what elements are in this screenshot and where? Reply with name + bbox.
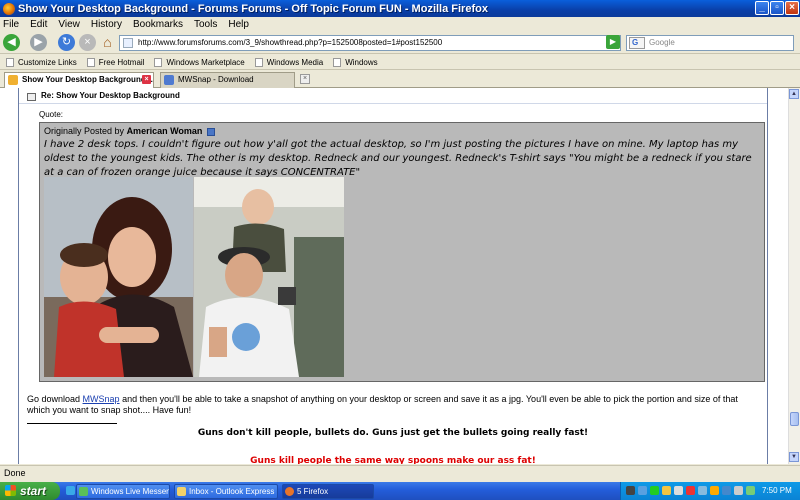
taskbar-item-firefox[interactable]: 5 Firefox <box>282 484 374 499</box>
quote-attribution: Originally Posted by American Woman <box>44 126 215 136</box>
menu-edit[interactable]: Edit <box>30 19 47 30</box>
forum-post: Re: Show Your Desktop Background Quote: … <box>18 88 768 464</box>
home-icon[interactable]: ⌂ <box>99 34 116 51</box>
page-viewport: Re: Show Your Desktop Background Quote: … <box>0 88 788 464</box>
url-bar[interactable]: http://www.forumsforums.com/3_9/showthre… <box>119 35 621 51</box>
view-post-icon[interactable] <box>206 127 215 136</box>
scroll-up-icon[interactable]: ▲ <box>789 89 799 99</box>
post-header: Re: Show Your Desktop Background <box>19 90 767 104</box>
google-search-icon[interactable]: G <box>629 37 645 49</box>
windows-logo-icon <box>5 485 16 496</box>
mwsnap-favicon-icon <box>164 75 174 85</box>
photo-mother-child-image <box>44 177 193 377</box>
search-input[interactable]: G Google <box>626 35 794 51</box>
tray-icon[interactable] <box>650 486 659 495</box>
url-text: http://www.forumsforums.com/3_9/showthre… <box>138 38 443 47</box>
quote-label: Quote: <box>39 110 64 119</box>
photo-man-child-image <box>194 177 344 377</box>
forum-favicon-icon <box>8 75 18 85</box>
tab-mwsnap[interactable]: MWSnap - Download <box>160 72 295 88</box>
menu-bookmarks[interactable]: Bookmarks <box>133 19 183 30</box>
bookmarks-toolbar: Customize Links Free Hotmail Windows Mar… <box>0 55 800 70</box>
status-text: Done <box>4 468 26 478</box>
bookmark-page-icon <box>333 57 342 67</box>
signature-line-2: Guns kill people the same way spoons mak… <box>250 456 536 464</box>
search-placeholder: Google <box>649 38 675 47</box>
bookmark-item[interactable]: Customize Links <box>6 57 77 67</box>
firefox-window: Show Your Desktop Background - Forums Fo… <box>0 0 800 482</box>
bookmark-item[interactable]: Windows Marketplace <box>154 57 245 67</box>
quote-box: Originally Posted by American Woman I ha… <box>39 122 765 382</box>
bookmark-item[interactable]: Free Hotmail <box>86 57 144 67</box>
menu-file[interactable]: File <box>3 19 19 30</box>
bookmark-page-icon <box>86 57 95 67</box>
clock: 7:50 PM <box>762 486 792 495</box>
quicklaunch-ie-icon[interactable] <box>66 486 75 495</box>
tab-show-your-desktop[interactable]: Show Your Desktop Background -... × <box>4 72 154 88</box>
scrollbar-thumb[interactable] <box>790 412 799 426</box>
menu-help[interactable]: Help <box>228 19 249 30</box>
network-icon[interactable] <box>746 486 755 495</box>
tray-icon[interactable] <box>626 486 635 495</box>
menu-bar: File Edit View History Bookmarks Tools H… <box>0 17 800 31</box>
maximize-button[interactable]: ▫ <box>770 1 784 15</box>
tray-icon[interactable] <box>698 486 707 495</box>
firefox-task-icon <box>285 487 294 496</box>
tray-icon[interactable] <box>710 486 719 495</box>
stop-icon[interactable]: × <box>79 34 96 51</box>
menu-tools[interactable]: Tools <box>194 19 217 30</box>
post-icon <box>27 93 36 101</box>
reload-icon[interactable]: ↻ <box>58 34 75 51</box>
mwsnap-link[interactable]: MWSnap <box>83 394 120 404</box>
photo-mother-child <box>44 177 193 377</box>
post-body: Go download MWSnap and then you'll be ab… <box>27 394 738 415</box>
go-arrow-icon[interactable]: ▶ <box>606 35 620 49</box>
close-tab-icon[interactable]: × <box>300 74 310 84</box>
firefox-icon <box>3 2 15 15</box>
volume-icon[interactable] <box>734 486 743 495</box>
post-title: Re: Show Your Desktop Background <box>41 91 180 100</box>
taskbar-item-outlook[interactable]: Inbox - Outlook Express <box>174 484 278 499</box>
tray-icon[interactable] <box>686 486 695 495</box>
tray-icon[interactable] <box>722 486 731 495</box>
bookmark-page-icon <box>154 57 163 67</box>
quote-author: American Woman <box>126 126 203 136</box>
close-button[interactable]: × <box>785 1 799 15</box>
tab-close-icon[interactable]: × <box>142 75 151 84</box>
signature-line-1: Guns don't kill people, bullets do. Guns… <box>197 428 589 438</box>
bookmark-page-icon <box>6 57 14 67</box>
outlook-icon <box>177 487 186 496</box>
menu-view[interactable]: View <box>58 19 80 30</box>
title-bar[interactable]: Show Your Desktop Background - Forums Fo… <box>0 0 800 17</box>
page-icon <box>123 38 133 48</box>
menu-history[interactable]: History <box>91 19 122 30</box>
window-title: Show Your Desktop Background - Forums Fo… <box>18 2 488 15</box>
vertical-scrollbar[interactable] <box>788 88 800 464</box>
taskbar-item-messenger[interactable]: Windows Live Messen... <box>76 484 170 499</box>
start-button[interactable]: start <box>0 482 60 500</box>
tray-icon[interactable] <box>638 486 647 495</box>
quote-text: I have 2 desk tops. I couldn't figure ou… <box>44 139 752 178</box>
signature-divider <box>27 423 117 424</box>
forward-arrow-icon[interactable]: ▶ <box>30 34 47 51</box>
scroll-down-icon[interactable]: ▼ <box>789 452 799 462</box>
bookmark-page-icon <box>254 57 263 67</box>
messenger-icon <box>79 487 88 496</box>
tray-icon[interactable] <box>662 486 671 495</box>
tray-icon[interactable] <box>674 486 683 495</box>
bookmark-item[interactable]: Windows Media <box>254 57 323 67</box>
back-arrow-icon[interactable]: ◀ <box>3 34 20 51</box>
tab-strip: Show Your Desktop Background -... × MWSn… <box>0 71 800 88</box>
bookmark-item[interactable]: Windows <box>333 57 378 67</box>
minimize-button[interactable]: _ <box>755 1 769 15</box>
photo-man-child <box>194 177 344 377</box>
status-bar: Done <box>0 465 800 482</box>
